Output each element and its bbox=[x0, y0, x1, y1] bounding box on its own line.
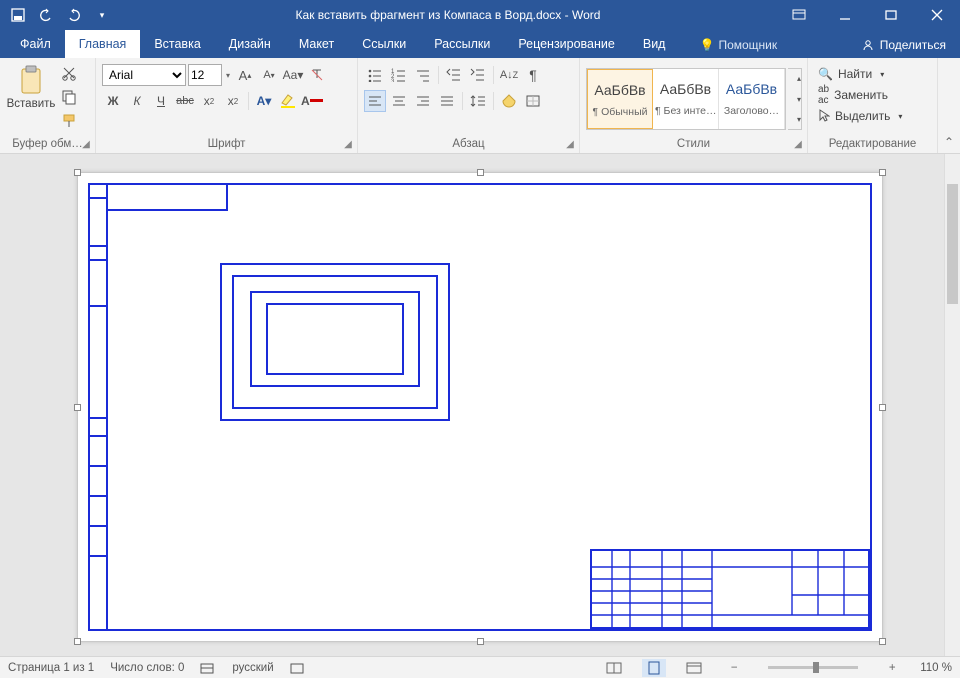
style-nospacing[interactable]: АаБбВв ¶ Без инте… bbox=[653, 69, 719, 129]
copy-button[interactable] bbox=[58, 86, 80, 108]
cursor-icon bbox=[818, 109, 830, 123]
change-case-button[interactable]: Aa▾ bbox=[282, 64, 304, 86]
tab-home[interactable]: Главная bbox=[65, 30, 141, 58]
tab-view[interactable]: Вид bbox=[629, 30, 680, 58]
tab-mailings[interactable]: Рассылки bbox=[420, 30, 504, 58]
tell-me-helper[interactable]: 💡 Помощник bbox=[689, 32, 787, 58]
embedded-drawing[interactable] bbox=[88, 183, 872, 631]
strikethrough-button[interactable]: abc bbox=[174, 90, 196, 112]
tab-insert[interactable]: Вставка bbox=[140, 30, 214, 58]
font-name-combo[interactable]: Arial bbox=[102, 64, 186, 86]
minimize-button[interactable] bbox=[822, 0, 868, 30]
paste-button[interactable]: Вставить bbox=[6, 62, 56, 112]
superscript-button[interactable]: x2 bbox=[222, 90, 244, 112]
document-page[interactable] bbox=[77, 172, 883, 642]
font-size-combo[interactable] bbox=[188, 64, 222, 86]
ribbon-tabs: Файл Главная Вставка Дизайн Макет Ссылки… bbox=[0, 30, 960, 58]
view-print-layout[interactable] bbox=[642, 659, 666, 677]
clear-formatting-button[interactable] bbox=[306, 64, 328, 86]
tab-layout[interactable]: Макет bbox=[285, 30, 348, 58]
group-label-font: Шрифт bbox=[102, 136, 351, 151]
multilevel-list-button[interactable] bbox=[412, 64, 434, 86]
tab-review[interactable]: Рецензирование bbox=[504, 30, 629, 58]
line-spacing-button[interactable] bbox=[467, 90, 489, 112]
share-button[interactable]: Поделиться bbox=[847, 32, 960, 58]
style-heading1[interactable]: АаБбВв Заголово… bbox=[719, 69, 785, 129]
zoom-in-button[interactable]: + bbox=[880, 659, 904, 677]
style-normal[interactable]: АаБбВв ¶ Обычный bbox=[587, 69, 653, 129]
tab-file[interactable]: Файл bbox=[6, 30, 65, 58]
cut-button[interactable] bbox=[58, 62, 80, 84]
shading-button[interactable] bbox=[498, 90, 520, 112]
font-launcher[interactable]: ◢ bbox=[341, 137, 355, 151]
tab-design[interactable]: Дизайн bbox=[215, 30, 285, 58]
share-icon bbox=[861, 38, 875, 52]
search-icon: 🔍 bbox=[818, 67, 833, 81]
show-marks-button[interactable]: ¶ bbox=[522, 64, 544, 86]
clipboard-icon bbox=[15, 64, 47, 96]
status-word-count[interactable]: Число слов: 0 bbox=[110, 662, 184, 674]
view-web-layout[interactable] bbox=[682, 659, 706, 677]
borders-button[interactable] bbox=[522, 90, 544, 112]
styles-gallery[interactable]: АаБбВв ¶ Обычный АаБбВв ¶ Без инте… АаБб… bbox=[586, 68, 786, 130]
paragraph-launcher[interactable]: ◢ bbox=[563, 137, 577, 151]
grow-font-button[interactable]: A▴ bbox=[234, 64, 256, 86]
underline-button[interactable]: Ч bbox=[150, 90, 172, 112]
ribbon-display-options[interactable] bbox=[776, 0, 822, 30]
sort-button[interactable]: A↓Z bbox=[498, 64, 520, 86]
group-label-editing: Редактирование bbox=[814, 136, 931, 151]
font-color-button[interactable]: A bbox=[301, 90, 323, 112]
replace-icon: abac bbox=[818, 84, 829, 106]
align-right-button[interactable] bbox=[412, 90, 434, 112]
maximize-button[interactable] bbox=[868, 0, 914, 30]
clipboard-launcher[interactable]: ◢ bbox=[79, 137, 93, 151]
status-proofing[interactable] bbox=[200, 661, 216, 675]
styles-scroll-up[interactable]: ▴ bbox=[788, 69, 810, 88]
bold-button[interactable]: Ж bbox=[102, 90, 124, 112]
italic-button[interactable]: К bbox=[126, 90, 148, 112]
status-page[interactable]: Страница 1 из 1 bbox=[8, 662, 94, 674]
document-area bbox=[0, 154, 960, 656]
zoom-out-button[interactable]: − bbox=[722, 659, 746, 677]
format-painter-button[interactable] bbox=[58, 110, 80, 132]
justify-button[interactable] bbox=[436, 90, 458, 112]
styles-scroll-down[interactable]: ▾ bbox=[788, 90, 810, 109]
align-left-button[interactable] bbox=[364, 90, 386, 112]
lightbulb-icon: 💡 bbox=[699, 38, 714, 52]
decrease-indent-button[interactable] bbox=[443, 64, 465, 86]
undo-button[interactable] bbox=[34, 3, 58, 27]
window-title: Как вставить фрагмент из Компаса в Ворд.… bbox=[120, 8, 776, 22]
redo-button[interactable] bbox=[62, 3, 86, 27]
zoom-slider[interactable] bbox=[768, 666, 858, 669]
replace-button[interactable]: abacЗаменить bbox=[818, 85, 902, 105]
collapse-ribbon-button[interactable]: ⌃ bbox=[938, 58, 960, 153]
align-center-button[interactable] bbox=[388, 90, 410, 112]
save-button[interactable] bbox=[6, 3, 30, 27]
status-accessibility[interactable] bbox=[290, 661, 304, 675]
zoom-level[interactable]: 110 % bbox=[920, 662, 952, 674]
group-label-clipboard: Буфер обм… bbox=[6, 136, 89, 151]
find-button[interactable]: 🔍Найти▾ bbox=[818, 64, 902, 84]
tab-references[interactable]: Ссылки bbox=[348, 30, 420, 58]
highlight-button[interactable] bbox=[277, 90, 299, 112]
vertical-scrollbar[interactable] bbox=[944, 154, 960, 656]
svg-text:3: 3 bbox=[391, 79, 395, 82]
title-block bbox=[592, 551, 868, 627]
group-label-styles: Стили bbox=[586, 136, 801, 151]
subscript-button[interactable]: x2 bbox=[198, 90, 220, 112]
close-button[interactable] bbox=[914, 0, 960, 30]
group-label-paragraph: Абзац bbox=[364, 136, 573, 151]
text-effects-button[interactable]: A▾ bbox=[253, 90, 275, 112]
increase-indent-button[interactable] bbox=[467, 64, 489, 86]
numbering-button[interactable]: 123 bbox=[388, 64, 410, 86]
styles-launcher[interactable]: ◢ bbox=[791, 137, 805, 151]
status-language[interactable]: русский bbox=[232, 662, 273, 674]
shrink-font-button[interactable]: A▾ bbox=[258, 64, 280, 86]
select-button[interactable]: Выделить▾ bbox=[818, 106, 902, 126]
view-read-mode[interactable] bbox=[602, 659, 626, 677]
qat-customize[interactable]: ▾ bbox=[90, 3, 114, 27]
bullets-button[interactable] bbox=[364, 64, 386, 86]
styles-expand[interactable]: ▾ bbox=[788, 110, 810, 129]
